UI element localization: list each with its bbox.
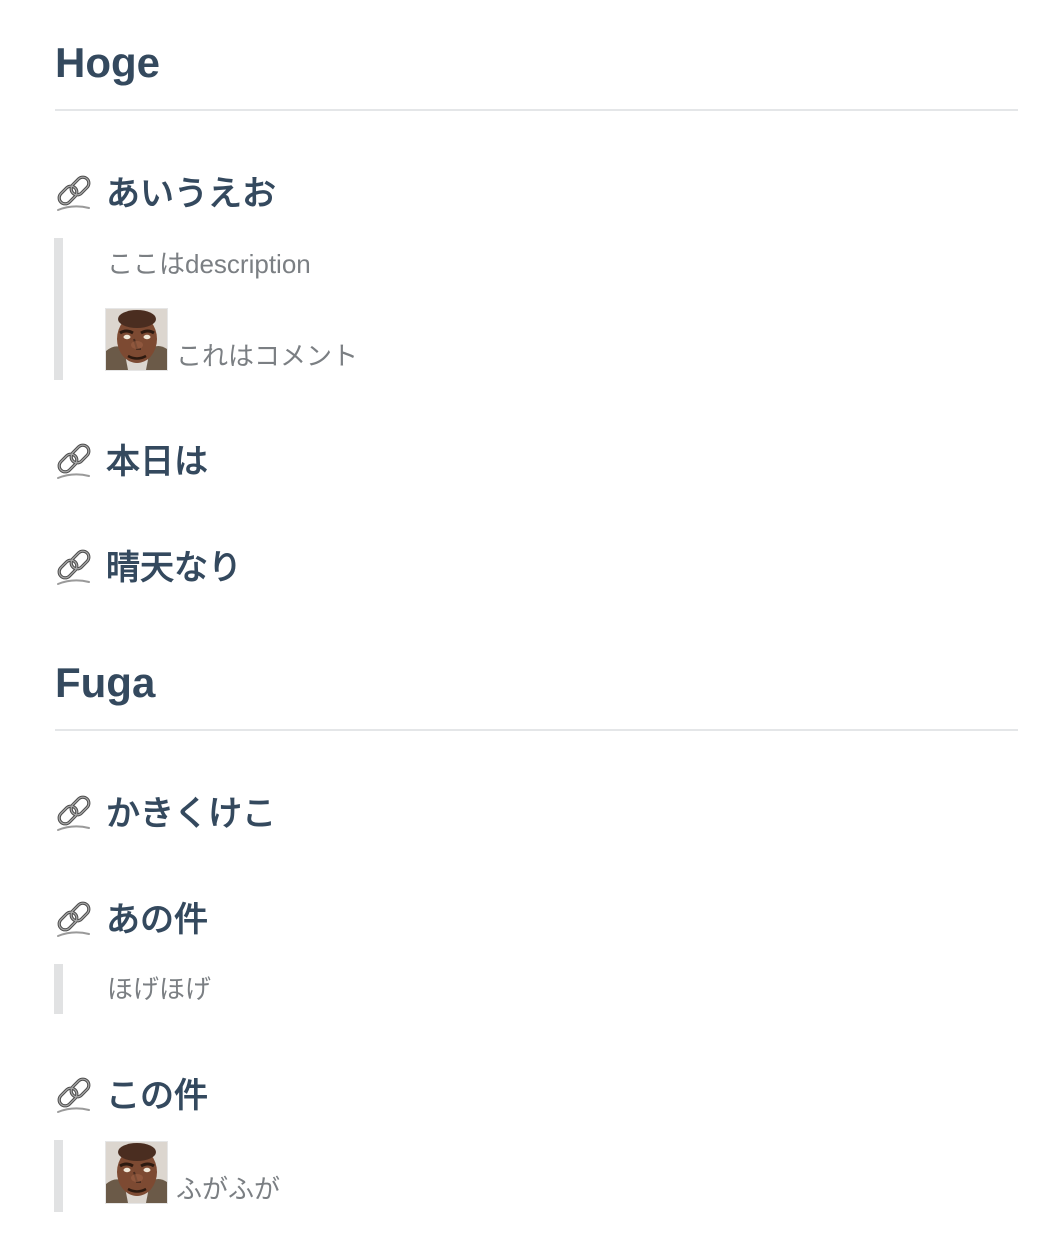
avatar-icon xyxy=(105,308,168,371)
item-title: あの件 xyxy=(106,901,208,939)
item-heading-honjitsu: 本日は xyxy=(55,440,208,484)
section-divider xyxy=(55,109,1018,111)
item-heading-konoken: この件 xyxy=(55,1074,208,1118)
item-blockquote: ふがふが xyxy=(54,1140,963,1212)
item-title: この件 xyxy=(106,1077,208,1115)
item-title: かきくけこ xyxy=(106,795,276,833)
comment-row: これはコメント xyxy=(105,308,358,371)
comment-row: ふがふが xyxy=(105,1141,280,1204)
avatar-icon xyxy=(105,1141,168,1204)
item-title: あいうえお xyxy=(106,175,276,213)
link-icon[interactable] xyxy=(55,794,95,834)
section-heading-fuga: Fuga xyxy=(55,659,156,706)
item-title: 晴天なり xyxy=(106,549,242,587)
link-icon[interactable] xyxy=(55,442,95,482)
link-icon[interactable] xyxy=(55,174,95,214)
comment-text: ふがふが xyxy=(176,1174,281,1204)
item-title: 本日は xyxy=(106,443,208,481)
link-icon[interactable] xyxy=(55,900,95,940)
section-heading-hoge: Hoge xyxy=(55,39,160,86)
item-heading-kakikukeko: かきくけこ xyxy=(55,792,276,836)
item-description: ここはdescription xyxy=(107,249,311,279)
comment-text: これはコメント xyxy=(176,341,359,371)
link-icon[interactable] xyxy=(55,1076,95,1116)
item-heading-anoken: あの件 xyxy=(55,898,208,942)
item-description: ほげほげ xyxy=(107,974,212,1004)
section-divider xyxy=(55,729,1018,731)
link-icon[interactable] xyxy=(55,548,95,588)
item-heading-seiten: 晴天なり xyxy=(55,546,242,590)
item-heading-aiueo: あいうえお xyxy=(55,172,276,216)
item-blockquote: ほげほげ xyxy=(54,964,963,1014)
item-blockquote: ここはdescription これはコメント xyxy=(54,238,963,380)
